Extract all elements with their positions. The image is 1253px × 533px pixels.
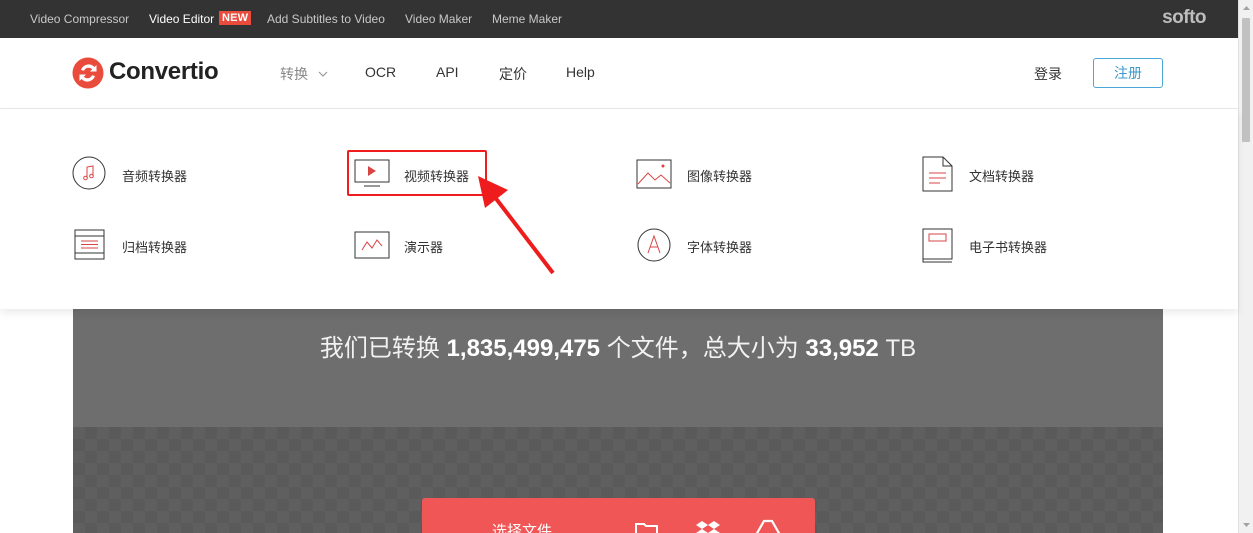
scroll-thumb[interactable]: [1242, 18, 1250, 142]
link-video-compressor[interactable]: Video Compressor: [30, 12, 129, 26]
nav-convert[interactable]: 转换: [280, 64, 328, 84]
stats-middle: 个文件，总大小为: [606, 335, 799, 362]
document-icon: [922, 156, 953, 192]
convertio-logo-icon: [72, 57, 104, 89]
menu-item-label: 文档转换器: [969, 169, 1035, 184]
page-scrollbar[interactable]: [1238, 0, 1253, 533]
menu-item-label: 归档转换器: [122, 240, 188, 255]
convert-dropdown-menu: 音频转换器 视频转换器 图像转换器 文档转换器 归档转换器 演示器 字体转换器 …: [0, 109, 1238, 309]
menu-item-font-converter[interactable]: 字体转换器: [636, 227, 796, 263]
annotation-highlight-box: [347, 150, 487, 196]
link-video-editor[interactable]: Video Editor: [149, 12, 214, 26]
folder-icon[interactable]: [634, 518, 660, 533]
menu-item-audio-converter[interactable]: 音频转换器: [72, 156, 232, 192]
stats-prefix: 我们已转换: [319, 335, 440, 362]
menu-item-label: 电子书转换器: [969, 240, 1048, 255]
menu-item-label: 字体转换器: [687, 240, 753, 255]
top-promo-bar: Video Compressor Video Editor NEW Add Su…: [0, 0, 1238, 38]
annotation-arrow-icon: [478, 176, 555, 275]
nav-ocr[interactable]: OCR: [365, 64, 396, 80]
archive-icon: [74, 229, 105, 260]
menu-item-ebook-converter[interactable]: 电子书转换器: [920, 227, 1080, 263]
font-letter-a-icon: [637, 228, 671, 262]
scroll-up-arrow-icon[interactable]: [1242, 4, 1251, 13]
site-header: Convertio 转换 OCR API 定价 Help 登录 注册: [0, 38, 1238, 109]
hero-top: [73, 309, 1163, 427]
chevron-down-icon: [318, 71, 328, 77]
hero-section: 我们已转换 1,835,499,475 个文件，总大小为 33,952 TB 选…: [73, 309, 1163, 533]
softo-logo[interactable]: softo: [1162, 7, 1206, 29]
link-meme-maker[interactable]: Meme Maker: [492, 12, 562, 26]
nav-api[interactable]: API: [436, 64, 459, 80]
presentation-chart-icon: [354, 231, 390, 259]
link-video-maker[interactable]: Video Maker: [405, 12, 472, 26]
conversion-stats: 我们已转换 1,835,499,475 个文件，总大小为 33,952 TB: [73, 328, 1163, 363]
stats-unit: TB: [885, 335, 917, 362]
new-badge: NEW: [219, 11, 252, 25]
register-button[interactable]: 注册: [1093, 58, 1163, 88]
choose-files-button[interactable]: 选择文件: [422, 498, 815, 533]
nav-convert-label: 转换: [280, 66, 308, 82]
dropbox-icon[interactable]: [695, 518, 721, 533]
nav-pricing[interactable]: 定价: [499, 64, 527, 84]
google-drive-icon[interactable]: [755, 518, 781, 533]
menu-item-archive-converter[interactable]: 归档转换器: [72, 227, 232, 263]
scroll-down-arrow-icon[interactable]: [1242, 520, 1251, 529]
nav-help[interactable]: Help: [566, 64, 595, 80]
login-link[interactable]: 登录: [1034, 64, 1062, 84]
music-note-icon: [72, 156, 106, 190]
menu-item-presentation-converter[interactable]: 演示器: [354, 227, 484, 263]
ebook-icon: [922, 228, 953, 263]
convertio-logo[interactable]: Convertio: [72, 57, 222, 89]
menu-item-label: 音频转换器: [122, 169, 188, 184]
menu-item-label: 演示器: [404, 240, 444, 255]
logo-text: Convertio: [109, 58, 219, 85]
stats-files-count: 1,835,499,475: [446, 335, 601, 362]
link-add-subtitles[interactable]: Add Subtitles to Video: [267, 12, 385, 26]
menu-item-document-converter[interactable]: 文档转换器: [920, 156, 1080, 192]
choose-files-label: 选择文件: [492, 523, 553, 533]
menu-item-image-converter[interactable]: 图像转换器: [636, 156, 796, 192]
image-icon: [636, 159, 672, 189]
stats-total-size: 33,952: [805, 335, 879, 362]
menu-item-label: 图像转换器: [687, 169, 753, 184]
